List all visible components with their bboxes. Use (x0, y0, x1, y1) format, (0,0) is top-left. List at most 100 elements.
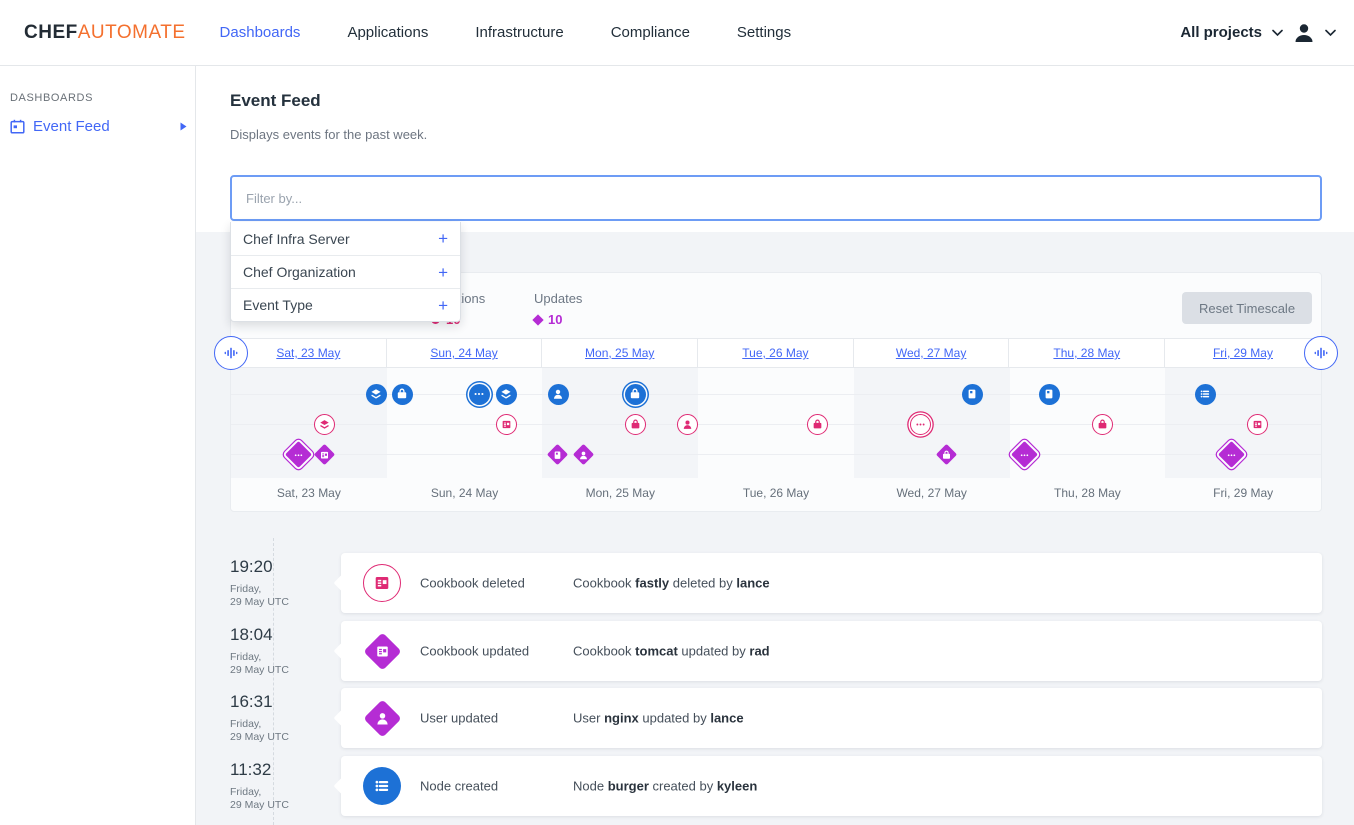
event-marker-created[interactable] (1039, 384, 1060, 405)
nav-item-applications[interactable]: Applications (347, 24, 428, 41)
event-marker-deleted[interactable] (807, 414, 828, 435)
calendar-icon (10, 119, 25, 134)
desc-prefix: User (573, 711, 600, 726)
event-card[interactable]: Node created Node burger created by kyle… (341, 756, 1322, 816)
cookbook-icon (375, 644, 390, 659)
node-icon (552, 449, 562, 459)
desc-middle: created by (653, 779, 714, 794)
desc-middle: updated by (681, 644, 745, 659)
desc-actor: lance (710, 711, 743, 726)
event-type-label: Cookbook updated (420, 644, 529, 659)
cookbook-icon (373, 574, 391, 592)
filter-category-label: Chef Organization (243, 264, 356, 280)
bag-icon (812, 419, 823, 430)
event-card[interactable]: Cookbook updated Cookbook tomcat updated… (341, 621, 1322, 681)
day-column-stripe (231, 368, 387, 478)
event-marker-created[interactable] (625, 384, 646, 405)
axis-day-label: Tue, 26 May (698, 486, 854, 500)
event-date-line2: 29 May UTC (230, 596, 289, 609)
brand-chef: CHEF (24, 22, 78, 43)
axis-day-label: Sat, 23 May (231, 486, 387, 500)
timescale-handle-left[interactable] (214, 336, 248, 370)
axis-day-label: Wed, 27 May (854, 486, 1010, 500)
desc-prefix: Cookbook (573, 644, 632, 659)
event-marker-created[interactable] (469, 384, 490, 405)
event-time: 11:32 (230, 760, 271, 780)
timeline-day-link[interactable]: Mon, 25 May (585, 346, 654, 360)
event-marker-deleted[interactable] (496, 414, 517, 435)
axis-day-label: Sun, 24 May (387, 486, 543, 500)
desc-prefix: Node (573, 779, 604, 794)
timeline-day-link[interactable]: Fri, 29 May (1213, 346, 1273, 360)
counter-count: 10 (548, 312, 562, 327)
plus-icon[interactable]: + (438, 264, 448, 281)
filter-input[interactable] (230, 175, 1322, 221)
plus-icon[interactable]: + (438, 230, 448, 247)
chevron-down-icon[interactable] (1272, 29, 1283, 37)
timeline-day-link[interactable]: Thu, 28 May (1053, 346, 1120, 360)
nav-item-infrastructure[interactable]: Infrastructure (475, 24, 563, 41)
diamond-marker-icon (532, 314, 543, 325)
day-header-cell: Sat, 23 May (231, 339, 387, 367)
chevron-down-icon[interactable] (1325, 29, 1336, 37)
event-marker-deleted[interactable] (625, 414, 646, 435)
filter-category-event-type[interactable]: Event Type + (231, 288, 460, 321)
event-marker-created[interactable] (392, 384, 413, 405)
timeline-day-link[interactable]: Sat, 23 May (276, 346, 340, 360)
feed-row: 19:20 Friday, 29 May UTC Cookbook delete… (230, 553, 1322, 613)
day-header-cell: Fri, 29 May (1165, 339, 1321, 367)
event-marker-deleted[interactable] (910, 414, 931, 435)
user-profile-icon[interactable] (1293, 22, 1315, 44)
sidebar: DASHBOARDS Event Feed (0, 66, 196, 825)
nav-item-compliance[interactable]: Compliance (611, 24, 690, 41)
event-type-label: User updated (420, 711, 498, 726)
person-icon (578, 449, 588, 459)
event-marker-deleted[interactable] (1092, 414, 1113, 435)
nav-item-settings[interactable]: Settings (737, 24, 791, 41)
timeline-day-link[interactable]: Wed, 27 May (896, 346, 966, 360)
plus-icon[interactable]: + (438, 297, 448, 314)
event-marker-created[interactable] (962, 384, 983, 405)
guitar-string-line (231, 454, 1321, 455)
dots-icon (473, 388, 485, 400)
chef-automate-logo[interactable]: CHEFAUTOMATE (24, 22, 186, 44)
card-notch (334, 643, 351, 660)
event-time: 18:04 (230, 625, 273, 645)
event-marker-deleted[interactable] (314, 414, 335, 435)
event-marker-created[interactable] (366, 384, 387, 405)
cookbook-icon (319, 449, 329, 459)
app-root: CHEFAUTOMATE Dashboards Applications Infra… (0, 0, 1354, 825)
dots-icon (293, 449, 303, 459)
event-marker-created[interactable] (496, 384, 517, 405)
card-notch (334, 778, 351, 795)
projects-filter-button[interactable]: All projects (1180, 24, 1262, 41)
bag-icon (1097, 419, 1108, 430)
layers-icon (319, 419, 330, 430)
filter-category-chef-infra-server[interactable]: Chef Infra Server + (231, 222, 460, 255)
timescale-handle-right[interactable] (1304, 336, 1338, 370)
event-marker-created[interactable] (548, 384, 569, 405)
event-marker-updated[interactable] (1011, 441, 1038, 468)
bag-icon (396, 388, 408, 400)
event-card[interactable]: User updated User nginx updated by lance (341, 688, 1322, 748)
guitar-string-line (231, 424, 1321, 425)
main-nav: Dashboards Applications Infrastructure Comp… (220, 24, 792, 41)
reset-timescale-button[interactable]: Reset Timescale (1182, 292, 1312, 324)
event-marker-created[interactable] (1195, 384, 1216, 405)
timeline-axis: Sat, 23 MaySun, 24 MayMon, 25 MayTue, 26… (231, 478, 1321, 512)
event-marker-deleted[interactable] (677, 414, 698, 435)
timeline-day-link[interactable]: Tue, 26 May (742, 346, 808, 360)
event-marker-deleted[interactable] (1247, 414, 1268, 435)
event-date-line1: Friday, (230, 718, 261, 731)
day-header-cell: Wed, 27 May (854, 339, 1010, 367)
axis-day-label: Mon, 25 May (542, 486, 698, 500)
event-description: Node burger created by kyleen (573, 779, 757, 794)
filter-category-chef-organization[interactable]: Chef Organization + (231, 255, 460, 288)
nav-item-dashboards[interactable]: Dashboards (220, 24, 301, 41)
sidebar-item-event-feed[interactable]: Event Feed (10, 118, 187, 135)
person-icon (375, 711, 390, 726)
slider-grip-icon (223, 345, 239, 361)
timeline-day-link[interactable]: Sun, 24 May (430, 346, 497, 360)
day-header-cell: Tue, 26 May (698, 339, 854, 367)
event-card[interactable]: Cookbook deleted Cookbook fastly deleted… (341, 553, 1322, 613)
